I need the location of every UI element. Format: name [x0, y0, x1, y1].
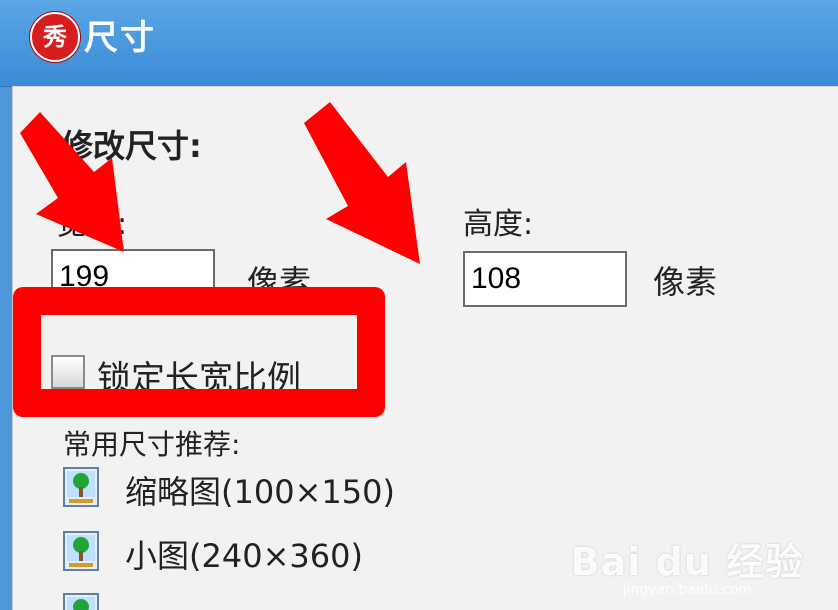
image-preset-icon	[63, 531, 99, 571]
image-preset-icon	[63, 593, 99, 610]
window-title: 尺寸	[84, 18, 156, 58]
width-label: 宽度:	[57, 207, 128, 242]
height-label: 高度:	[463, 207, 534, 242]
preset-label[interactable]: 缩略图(100×150)	[125, 467, 395, 513]
preset-header: 常用尺寸推荐:	[63, 428, 241, 461]
lock-ratio-checkbox[interactable]	[51, 355, 85, 389]
preset-label[interactable]: 小图(240×360)	[125, 531, 363, 577]
image-preset-icon	[63, 467, 99, 507]
section-title: 修改尺寸:	[61, 127, 202, 165]
height-input[interactable]	[463, 251, 627, 307]
resize-dialog: 秀 尺寸 修改尺寸: 宽度: 像素 高度: 像素 锁定长宽比例 常用尺寸推荐: …	[0, 0, 838, 610]
width-unit: 像素	[247, 263, 312, 301]
title-bar: 秀 尺寸	[0, 0, 838, 87]
app-logo-icon: 秀	[30, 12, 80, 62]
lock-ratio-label[interactable]: 锁定长宽比例	[97, 351, 301, 400]
width-input[interactable]	[51, 249, 215, 305]
dialog-content: 修改尺寸: 宽度: 像素 高度: 像素 锁定长宽比例 常用尺寸推荐: 缩略图(1…	[12, 86, 838, 610]
height-unit: 像素	[653, 263, 718, 301]
